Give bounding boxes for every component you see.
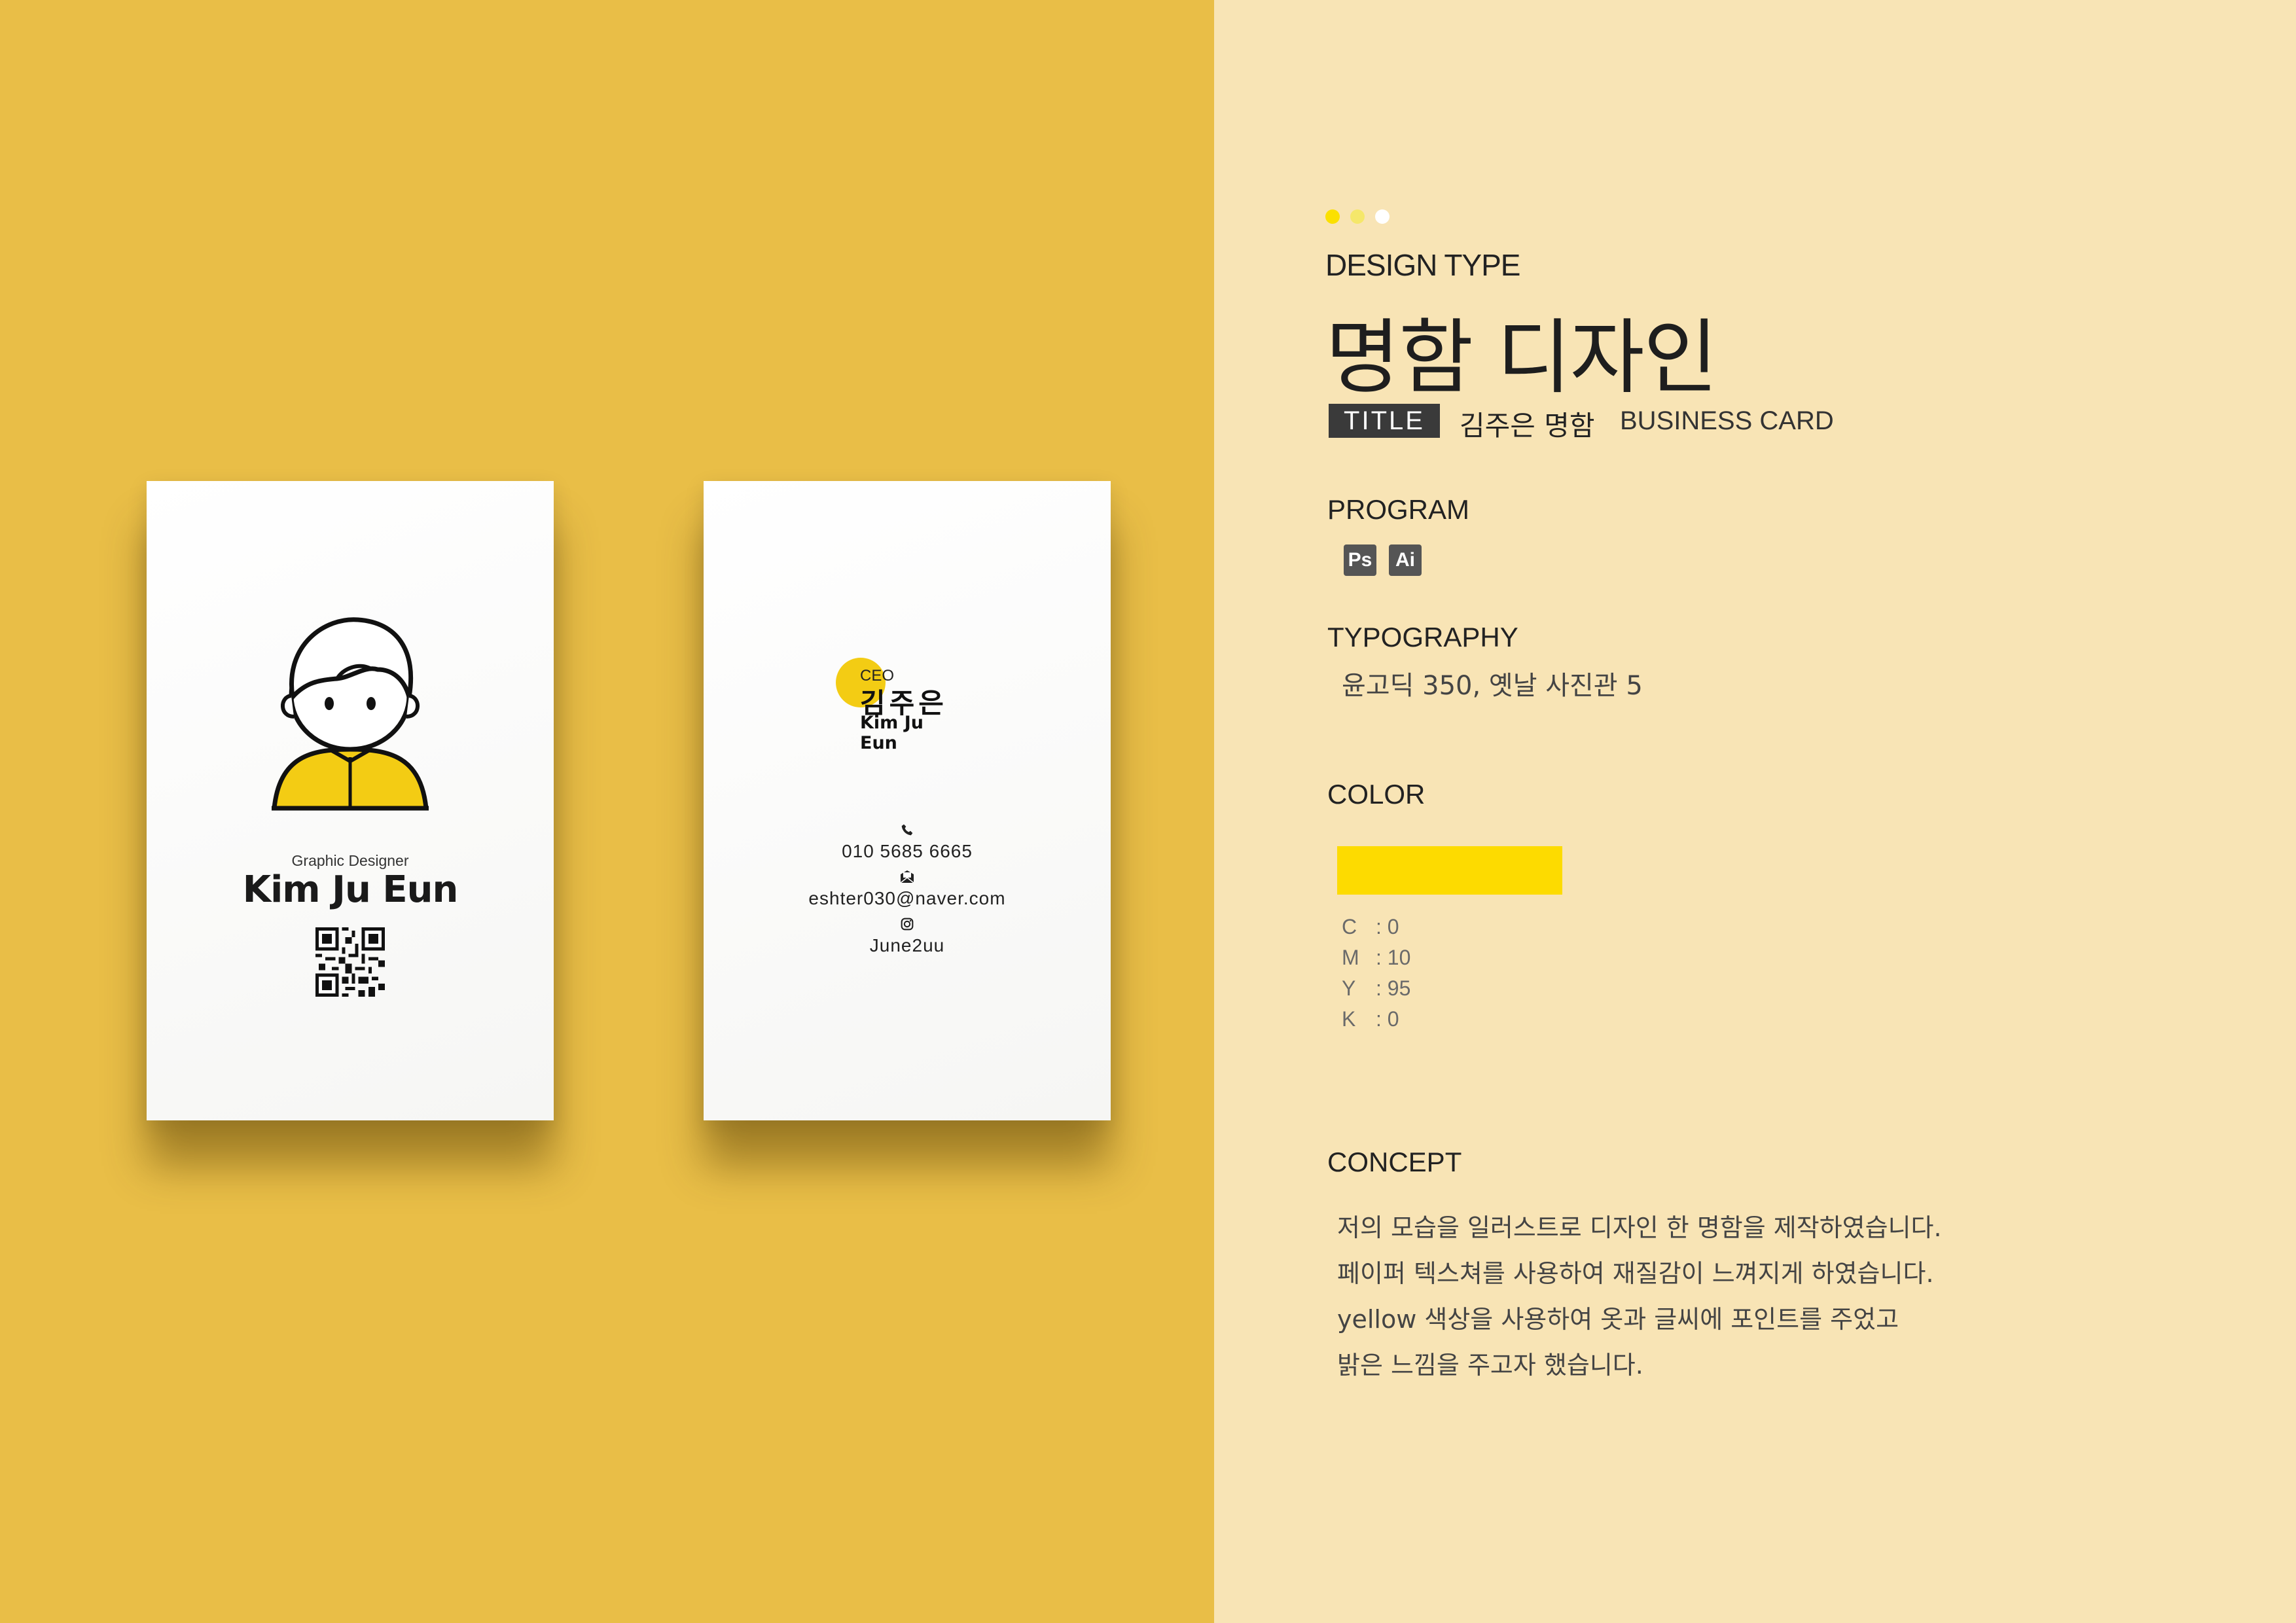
mail-icon — [704, 870, 1111, 887]
photoshop-icon: Ps — [1344, 544, 1376, 576]
concept-line: 페이퍼 텍스쳐를 사용하여 재질감이 느껴지게 하였습니다. — [1337, 1259, 1934, 1288]
cmyk-y: Y: 95 — [1342, 976, 1411, 1000]
concept-line: 밝은 느낌을 주고자 했습니다. — [1337, 1351, 1643, 1380]
name-english: Kim Ju Eun — [242, 868, 459, 911]
business-card-front: Graphic Designer Kim Ju Eun — [147, 481, 554, 1120]
business-card-back: CEO 김주은 Kim Ju Eun 010 5685 6665 eshter0… — [704, 481, 1111, 1120]
typography-label: TYPOGRAPHY — [1327, 622, 1518, 652]
instagram-icon — [704, 918, 1111, 935]
name-english-small: Kim Ju Eun — [860, 713, 924, 753]
email-address: eshter030@naver.com — [808, 888, 1006, 908]
color-swatch — [1337, 846, 1562, 895]
concept-line: 저의 모습을 일러스트로 디자인 한 명함을 제작하였습니다. — [1337, 1213, 1942, 1242]
illustrator-icon: Ai — [1389, 544, 1422, 576]
mockup-panel: Graphic Designer Kim Ju Eun CEO 김주은 Kim … — [0, 0, 1214, 1623]
phone-icon — [704, 823, 1111, 840]
program-label: PROGRAM — [1327, 494, 1470, 525]
color-label: COLOR — [1327, 779, 1426, 810]
main-title: 명함 디자인 — [1325, 311, 1718, 405]
cmyk-c: C: 0 — [1342, 915, 1399, 938]
cmyk-k: K: 0 — [1342, 1007, 1399, 1031]
title-badge: TITLE — [1329, 404, 1440, 438]
boy-avatar-illustration — [272, 617, 429, 811]
concept-label: CONCEPT — [1327, 1147, 1462, 1177]
title-english: BUSINESS CARD — [1620, 406, 1834, 435]
qr-code-icon — [315, 927, 385, 997]
dot-light-yellow — [1350, 209, 1365, 224]
concept-line: yellow 색상을 사용하여 옷과 글씨에 포인트를 주었고 — [1337, 1305, 1899, 1334]
phone-number: 010 5685 6665 — [842, 841, 973, 861]
job-title: Graphic Designer — [291, 852, 409, 869]
dot-yellow — [1325, 209, 1340, 224]
instagram-handle: June2uu — [869, 935, 945, 955]
cmyk-m: M: 10 — [1342, 946, 1411, 969]
title-korean: 김주은 명함 — [1460, 410, 1595, 442]
dot-white — [1375, 209, 1390, 224]
design-type-label: DESIGN TYPE — [1325, 248, 1520, 282]
ceo-logo: CEO 김주은 Kim Ju Eun — [836, 658, 967, 753]
typography-value: 윤고딕 350, 옛날 사진관 5 — [1342, 671, 1643, 701]
